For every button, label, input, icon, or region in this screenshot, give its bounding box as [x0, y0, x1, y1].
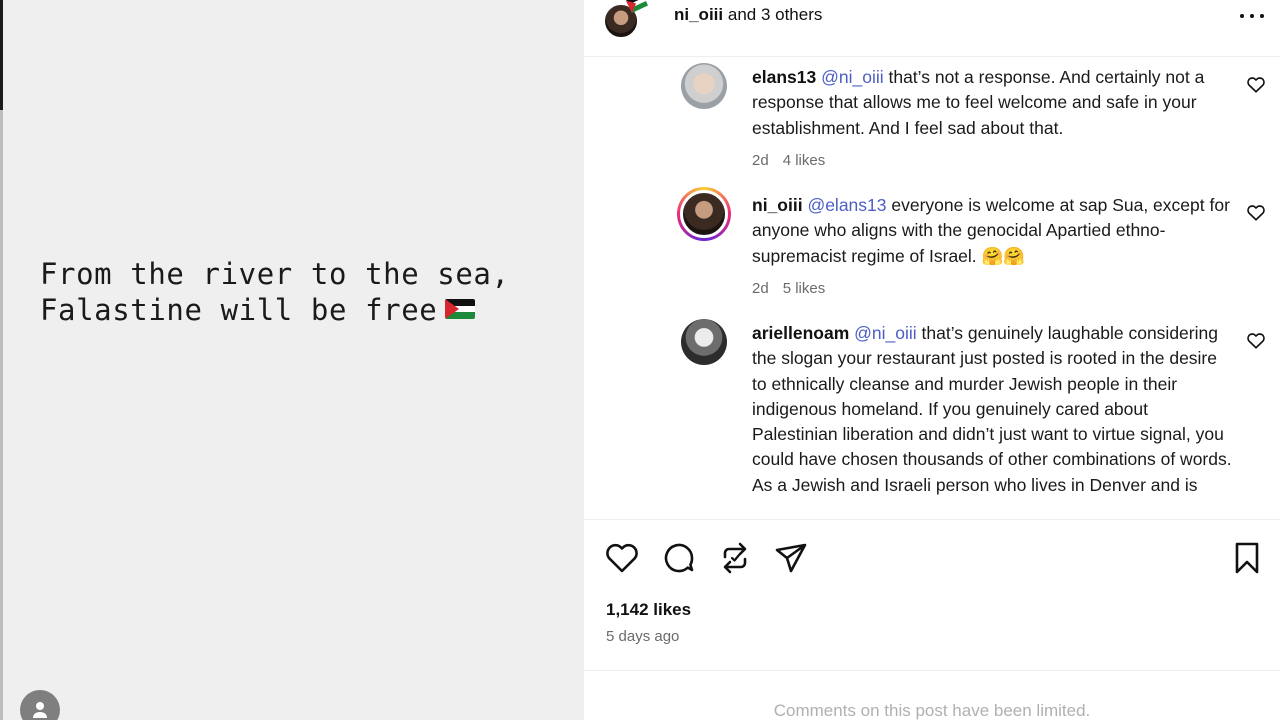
like-heart-icon[interactable] [604, 540, 640, 576]
comment-likes[interactable]: 5 likes [783, 280, 826, 297]
save-bookmark-icon[interactable] [1229, 540, 1265, 576]
media-text-line-1: From the river to the sea, [40, 257, 510, 291]
comment-username[interactable]: elans13 [752, 67, 816, 87]
comment-bubble-icon[interactable] [661, 540, 697, 576]
share-paper-plane-icon[interactable] [773, 540, 809, 576]
media-text: From the river to the sea, Falastine wil… [40, 256, 510, 328]
like-comment-heart-icon[interactable] [1246, 75, 1266, 93]
commenter-avatar[interactable] [681, 319, 727, 365]
post-header: ni_oiii and 3 others [584, 0, 1280, 57]
post-timestamp[interactable]: 5 days ago [606, 628, 679, 645]
repost-icon[interactable] [717, 540, 753, 576]
commenter-avatar[interactable] [677, 187, 731, 241]
post-side-panel: ni_oiii and 3 others elans13 @ni_oiii th… [584, 0, 1280, 720]
more-options-icon[interactable] [1238, 4, 1266, 26]
like-comment-heart-icon[interactable] [1246, 203, 1266, 221]
like-comment-heart-icon[interactable] [1246, 331, 1266, 349]
comment-meta: 2d 4 likes [752, 152, 825, 169]
media-edge [0, 0, 3, 110]
collaborators-title[interactable]: ni_oiii and 3 others [674, 5, 822, 25]
comment-body: elans13 @ni_oiii that’s not a response. … [752, 65, 1232, 141]
comment-username[interactable]: ni_oiii [752, 195, 803, 215]
comment-likes[interactable]: 4 likes [783, 152, 826, 169]
comment-username[interactable]: ariellenoam [752, 323, 849, 343]
comment-mention[interactable]: @ni_oiii [821, 67, 884, 87]
comment-age: 2d [752, 152, 769, 169]
author-avatar[interactable] [604, 0, 649, 40]
author-username[interactable]: ni_oiii [674, 5, 723, 24]
comments-limited-notice: Comments on this post have been limited. [584, 670, 1280, 720]
comment-body: ariellenoam @ni_oiii that’s genuinely la… [752, 321, 1232, 498]
instagram-post-view: From the river to the sea, Falastine wil… [0, 0, 1280, 720]
media-edge-lower [0, 110, 3, 720]
commenter-avatar[interactable] [681, 63, 727, 109]
tagged-users-icon[interactable] [20, 690, 60, 720]
palestine-flag-icon [445, 299, 476, 319]
media-text-line-2: Falastine will be free [40, 292, 510, 328]
post-actions: 1,142 likes 5 days ago [584, 519, 1280, 670]
comment-text: that’s genuinely laughable considering t… [752, 323, 1232, 495]
post-media[interactable]: From the river to the sea, Falastine wil… [0, 0, 584, 720]
post-like-count[interactable]: 1,142 likes [606, 600, 691, 620]
comment-age: 2d [752, 280, 769, 297]
comments-limited-text: Comments on this post have been limited. [773, 701, 1091, 720]
media-text-line-2-text: Falastine will be free [40, 293, 438, 327]
comment-body: ni_oiii @elans13 everyone is welcome at … [752, 193, 1232, 269]
comment-text: that’s not a response. And certainly not… [752, 67, 1205, 138]
comment-mention[interactable]: @ni_oiii [854, 323, 917, 343]
comments-list: elans13 @ni_oiii that’s not a response. … [584, 58, 1280, 518]
collaborators-suffix[interactable]: and 3 others [728, 5, 823, 24]
comment-meta: 2d 5 likes [752, 280, 825, 297]
comment-mention[interactable]: @elans13 [807, 195, 886, 215]
